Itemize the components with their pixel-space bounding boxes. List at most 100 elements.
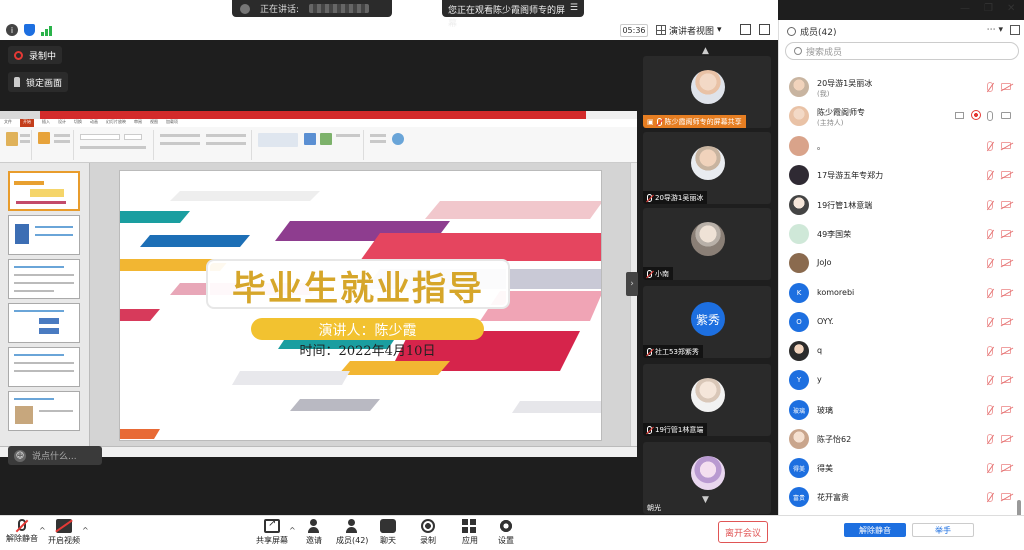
audio-options-chevron[interactable]: ^ xyxy=(39,526,46,535)
mic-muted-icon[interactable] xyxy=(987,229,993,239)
recording-badge[interactable]: 录制中 xyxy=(8,46,63,64)
ppt-tab[interactable]: 视图 xyxy=(150,119,158,127)
video-off-icon[interactable] xyxy=(1001,318,1011,325)
video-off-icon[interactable] xyxy=(1001,201,1011,208)
member-row[interactable]: 19行管1林意端 xyxy=(779,192,1024,218)
member-row[interactable]: 陈子怡62 xyxy=(779,426,1024,452)
slide-thumbnail[interactable] xyxy=(8,303,80,343)
start-video-button[interactable]: 开启视频 xyxy=(48,519,80,546)
ppt-tab[interactable]: 切换 xyxy=(74,119,82,127)
member-row[interactable]: JoJo xyxy=(779,250,1024,276)
mic-muted-icon[interactable] xyxy=(987,200,993,210)
chevron-up-icon[interactable]: ▲ xyxy=(702,46,709,56)
video-tile[interactable]: 紫秀 社工53郑紫秀 xyxy=(643,286,771,358)
apps-button[interactable]: 应用 xyxy=(462,519,478,546)
settings-button[interactable]: 设置 xyxy=(498,519,514,546)
mic-muted-icon[interactable] xyxy=(987,405,993,415)
member-row[interactable]: Y y xyxy=(779,367,1024,393)
vertical-scrollbar[interactable] xyxy=(630,163,637,446)
leave-meeting-button[interactable]: 离开会议 xyxy=(718,521,768,543)
info-icon[interactable]: i xyxy=(6,24,18,36)
slide-thumbnail[interactable] xyxy=(8,391,80,431)
member-row[interactable]: 20导游1吴丽冰 (我) xyxy=(779,74,1024,100)
share-options-chevron[interactable]: ^ xyxy=(289,526,296,535)
video-off-icon[interactable] xyxy=(1001,464,1011,471)
member-row[interactable]: 17导游五年专郑力 xyxy=(779,162,1024,188)
mic-muted-icon[interactable] xyxy=(987,170,993,180)
video-off-icon[interactable] xyxy=(1001,289,1011,296)
mic-muted-icon[interactable] xyxy=(987,492,993,502)
maximize-icon[interactable]: ❐ xyxy=(984,3,993,14)
member-row[interactable]: 玻璃 玻璃 xyxy=(779,397,1024,423)
signal-icon[interactable] xyxy=(41,24,52,36)
ppt-tab[interactable]: 设计 xyxy=(58,119,66,127)
mic-muted-icon[interactable] xyxy=(987,288,993,298)
ppt-tab[interactable]: 动画 xyxy=(90,119,98,127)
member-row[interactable]: q xyxy=(779,338,1024,364)
new-slide-icon[interactable] xyxy=(38,132,50,144)
shapes-gallery[interactable] xyxy=(258,133,298,147)
close-icon[interactable]: ✕ xyxy=(1007,3,1015,14)
shield-icon[interactable] xyxy=(24,24,35,36)
ppt-tab-active[interactable]: 开始 xyxy=(20,119,34,127)
share-link-icon[interactable] xyxy=(392,133,404,145)
mic-icon[interactable] xyxy=(987,111,993,121)
video-off-icon[interactable] xyxy=(1001,83,1011,90)
mic-muted-icon[interactable] xyxy=(987,463,993,473)
mic-muted-icon[interactable] xyxy=(987,434,993,444)
mic-muted-icon[interactable] xyxy=(987,258,993,268)
video-off-icon[interactable] xyxy=(1001,171,1011,178)
share-screen-button[interactable]: 共享屏幕 xyxy=(256,518,288,546)
unmute-button[interactable]: 解除静音 xyxy=(6,519,38,544)
fullscreen-icon[interactable] xyxy=(740,24,751,35)
member-row[interactable]: 49李国荣 xyxy=(779,221,1024,247)
video-off-icon[interactable] xyxy=(1001,142,1011,149)
video-off-icon[interactable] xyxy=(1001,376,1011,383)
mic-muted-icon[interactable] xyxy=(987,375,993,385)
video-off-icon[interactable] xyxy=(1001,406,1011,413)
video-off-icon[interactable] xyxy=(1001,435,1011,442)
member-row[interactable]: K komorebi xyxy=(779,280,1024,306)
quick-styles-icon[interactable] xyxy=(320,133,332,145)
video-options-chevron[interactable]: ^ xyxy=(82,526,89,535)
video-off-icon[interactable] xyxy=(1001,259,1011,266)
video-icon[interactable] xyxy=(1001,112,1011,119)
video-tile[interactable]: 20导游1吴丽冰 xyxy=(643,132,771,204)
pin-view-badge[interactable]: 锁定画面 xyxy=(8,72,69,92)
view-mode-button[interactable]: 演讲者视图 ▾ xyxy=(656,23,722,37)
paste-icon[interactable] xyxy=(6,132,18,146)
ppt-tab[interactable]: 文件 xyxy=(4,119,12,127)
more-options-icon[interactable]: ⋯ ▾ xyxy=(987,25,1003,35)
font-size-select[interactable] xyxy=(124,134,142,140)
watching-banner[interactable]: 您正在观看陈少霞阁师专的屏幕 ☰ xyxy=(442,0,584,29)
video-off-icon[interactable] xyxy=(1001,347,1011,354)
collapse-tiles-button[interactable]: › xyxy=(626,272,638,296)
slide-thumbnail-pane[interactable] xyxy=(0,163,90,457)
ppt-tab[interactable]: 加载项 xyxy=(166,119,178,127)
mic-muted-icon[interactable] xyxy=(987,82,993,92)
record-button[interactable]: 录制 xyxy=(420,519,436,546)
chat-quick-input[interactable]: ☺ 说点什么... xyxy=(8,446,102,465)
mic-muted-icon[interactable] xyxy=(987,141,993,151)
video-tile[interactable]: ▣ 陈少霞阁师专的屏幕共享 xyxy=(643,56,771,128)
video-tile[interactable]: 19行管1林意端 xyxy=(643,364,771,436)
chat-button[interactable]: 聊天 xyxy=(380,519,396,546)
video-tile[interactable]: 小南 xyxy=(643,208,771,280)
mic-muted-icon[interactable] xyxy=(987,346,993,356)
video-off-icon[interactable] xyxy=(1001,493,1011,500)
member-row[interactable]: 得美 得美 xyxy=(779,455,1024,481)
slide-thumbnail[interactable] xyxy=(8,347,80,387)
minimize-icon[interactable]: — xyxy=(960,3,970,14)
sidebar-toggle-icon[interactable] xyxy=(759,24,770,35)
unmute-self-button[interactable]: 解除静音 xyxy=(844,523,906,537)
invite-button[interactable]: 邀请 xyxy=(306,519,322,546)
member-row[interactable]: 富贵 花开富贵 xyxy=(779,484,1024,510)
member-row[interactable]: 。 xyxy=(779,133,1024,159)
font-select[interactable] xyxy=(80,134,120,140)
slide-thumbnail[interactable] xyxy=(8,259,80,299)
chevron-down-icon[interactable]: ▼ xyxy=(702,495,709,505)
member-search-input[interactable]: 搜索成员 xyxy=(785,42,1019,60)
popout-icon[interactable] xyxy=(1010,25,1020,35)
video-off-icon[interactable] xyxy=(1001,230,1011,237)
raise-hand-button[interactable]: 举手 xyxy=(912,523,974,537)
